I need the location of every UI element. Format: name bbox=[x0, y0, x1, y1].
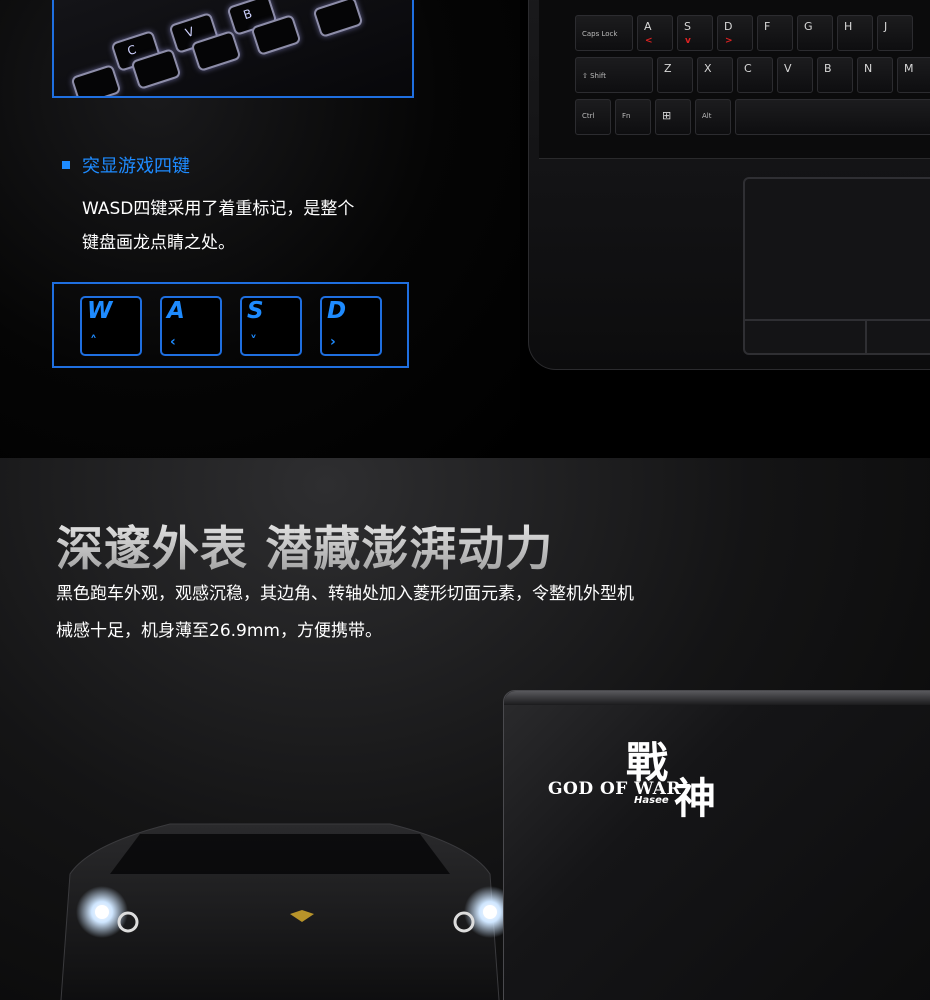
down-arrow-icon: ˅ bbox=[250, 334, 257, 350]
laptop-key-z: Z bbox=[657, 57, 693, 93]
keyboard-closeup-photo: C V B bbox=[52, 0, 414, 98]
windows-key: ⊞ bbox=[655, 99, 691, 135]
left-arrow-icon: ‹ bbox=[170, 334, 176, 350]
wasd-key-panel: W ˄ A ‹ S ˅ D › bbox=[52, 282, 409, 368]
god-of-war-logo: 戰 GOD OF WAR Hasee 神 bbox=[548, 738, 717, 823]
feature-description: WASD四键采用了着重标记，是整个 键盘画龙点睛之处。 bbox=[82, 199, 355, 253]
laptop-key-h: H bbox=[837, 15, 873, 51]
laptop-keyboard-photo: Caps Lock A < Sv D > F G H J ⇧ Shift Z X C… bbox=[528, 0, 930, 370]
feature-title: 突显游戏四键 bbox=[62, 152, 190, 178]
spacebar bbox=[735, 99, 930, 135]
laptop-key-c: C bbox=[737, 57, 773, 93]
right-arrow-icon: › bbox=[330, 334, 336, 350]
section-headline: 深邃外表 潜藏澎湃动力 bbox=[56, 510, 553, 579]
alt-key: Alt bbox=[695, 99, 731, 135]
bullet-square-icon bbox=[62, 161, 70, 169]
section-body: 黑色跑车外观，观感沉稳，其边角、转轴处加入菱形切面元素，令整机外型机 械感十足，… bbox=[56, 584, 634, 641]
laptop-key-v: V bbox=[777, 57, 813, 93]
w-key: W ˄ bbox=[80, 296, 142, 356]
laptop-key-m: M bbox=[897, 57, 930, 93]
laptop-key-s: Sv bbox=[677, 15, 713, 51]
touchpad-buttons bbox=[745, 319, 930, 353]
d-key: D › bbox=[320, 296, 382, 356]
keyboard-area: Caps Lock A < Sv D > F G H J ⇧ Shift Z X C… bbox=[539, 0, 930, 159]
laptop-lid-image: 戰 GOD OF WAR Hasee 神 bbox=[503, 690, 930, 1000]
laptop-key-b: B bbox=[817, 57, 853, 93]
fn-key: Fn bbox=[615, 99, 651, 135]
laptop-key-n: N bbox=[857, 57, 893, 93]
keyboard-feature-section: C V B 突显游戏四键 WASD四键采用了着重标记，是整个 键盘画龙点睛之处。… bbox=[0, 0, 930, 458]
shift-key: ⇧ Shift bbox=[575, 57, 653, 93]
exterior-section: 深邃外表 潜藏澎湃动力 黑色跑车外观，观感沉稳，其边角、转轴处加入菱形切面元素，… bbox=[0, 458, 930, 1000]
sports-car-image bbox=[60, 823, 510, 1000]
caps-lock-key: Caps Lock bbox=[575, 15, 633, 51]
a-key: A ‹ bbox=[160, 296, 222, 356]
s-key: S ˅ bbox=[240, 296, 302, 356]
feature-title-text: 突显游戏四键 bbox=[82, 156, 190, 177]
laptop-key-d: D > bbox=[717, 15, 753, 51]
windows-icon: ⊞ bbox=[662, 109, 672, 122]
laptop-key-g: G bbox=[797, 15, 833, 51]
photo-key bbox=[70, 63, 122, 96]
laptop-key-a: A < bbox=[637, 15, 673, 51]
photo-key bbox=[312, 0, 364, 39]
up-arrow-icon: ˄ bbox=[90, 334, 97, 350]
laptop-key-j: J bbox=[877, 15, 913, 51]
laptop-key-x: X bbox=[697, 57, 733, 93]
ctrl-key: Ctrl bbox=[575, 99, 611, 135]
laptop-key-f: F bbox=[757, 15, 793, 51]
touchpad bbox=[743, 177, 930, 355]
